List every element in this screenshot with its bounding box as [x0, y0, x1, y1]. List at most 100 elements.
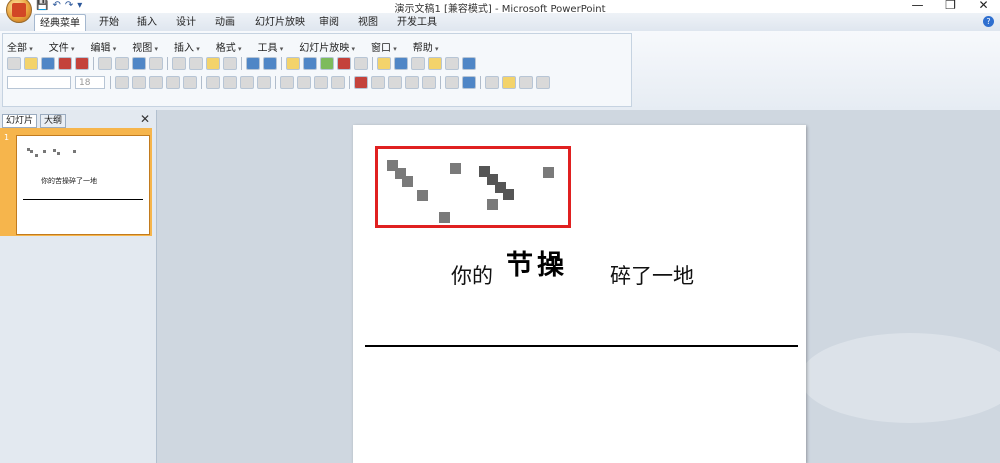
menu-slideshow[interactable]: 幻灯片放映 [299, 39, 355, 54]
new-slide-small-icon[interactable] [462, 75, 476, 89]
research-icon[interactable] [149, 56, 163, 70]
bold-icon[interactable] [115, 75, 129, 89]
standard-toolbar [7, 55, 479, 71]
slide-text-after: 碎了一地 [610, 264, 694, 288]
tab-classic-menu[interactable]: 经典菜单 [34, 14, 86, 32]
classic-menu-panel: 全部 文件 编辑 视图 插入 格式 工具 幻灯片放映 窗口 帮助 [2, 33, 632, 107]
slide-canvas[interactable]: 你的 节操 碎了一地 [353, 125, 806, 463]
thumb-square [30, 150, 33, 153]
font-color-icon[interactable] [354, 75, 368, 89]
format-painter-icon[interactable] [223, 56, 237, 70]
tab-design[interactable]: 设计 [171, 14, 201, 31]
numbering-icon[interactable] [314, 75, 328, 89]
thumb-square [57, 152, 60, 155]
pixel-square [450, 163, 461, 174]
tab-view[interactable]: 视图 [353, 14, 383, 31]
open-icon[interactable] [24, 56, 38, 70]
folder-icon[interactable] [428, 56, 442, 70]
pixel-square [417, 190, 428, 201]
thumb-rule [23, 199, 143, 200]
table-icon[interactable] [303, 56, 317, 70]
textbox-icon[interactable] [354, 56, 368, 70]
columns-icon[interactable] [280, 75, 294, 89]
menu-view[interactable]: 视图 [132, 39, 158, 54]
tab-developer[interactable]: 开发工具 [392, 14, 442, 31]
email-icon[interactable] [75, 56, 89, 70]
change-case-icon[interactable] [183, 75, 197, 89]
slide-text-brush: 节操 [506, 250, 568, 281]
cut-icon[interactable] [172, 56, 186, 70]
align-center-icon[interactable] [223, 75, 237, 89]
italic-icon[interactable] [132, 75, 146, 89]
undo-icon[interactable] [246, 56, 260, 70]
align-right-icon[interactable] [240, 75, 254, 89]
print-icon[interactable] [98, 56, 112, 70]
picture-icon[interactable] [337, 56, 351, 70]
slide-design-icon[interactable] [445, 75, 459, 89]
save-icon[interactable] [41, 56, 55, 70]
background-cloud [800, 333, 1000, 423]
menu-tools[interactable]: 工具 [258, 39, 284, 54]
shrink-font-icon[interactable] [388, 75, 402, 89]
paste-icon[interactable] [206, 56, 220, 70]
menu-all[interactable]: 全部 [7, 39, 33, 54]
slide-number: 1 [4, 133, 10, 142]
ribbon-tabs: 经典菜单 开始 插入 设计 动画 幻灯片放映 审阅 视图 开发工具 ? [0, 13, 1000, 32]
tab-animation[interactable]: 动画 [210, 14, 240, 31]
print-preview-icon[interactable] [115, 56, 129, 70]
justify-icon[interactable] [257, 75, 271, 89]
menu-insert[interactable]: 插入 [174, 39, 200, 54]
minimize-button[interactable]: — [901, 0, 934, 12]
pixel-square [543, 167, 554, 178]
office-logo-icon [12, 3, 26, 17]
font-size-combo[interactable]: 18 [75, 75, 105, 89]
tab-slideshow[interactable]: 幻灯片放映 [250, 14, 310, 31]
tab-home[interactable]: 开始 [94, 14, 124, 31]
new-icon[interactable] [7, 56, 21, 70]
zoom-icon[interactable] [445, 56, 459, 70]
effects-icon[interactable] [536, 75, 550, 89]
underline-icon[interactable] [149, 75, 163, 89]
chart-icon[interactable] [286, 56, 300, 70]
text-icon[interactable] [411, 56, 425, 70]
formatting-toolbar: 18 [7, 74, 553, 90]
pixel-square [439, 212, 450, 223]
help-icon[interactable]: ? [983, 16, 994, 27]
align-left-icon[interactable] [206, 75, 220, 89]
tab-slides[interactable]: 幻灯片 [2, 114, 38, 128]
menu-edit[interactable]: 编辑 [91, 39, 117, 54]
new-slide-icon[interactable] [377, 56, 391, 70]
copy-icon[interactable] [189, 56, 203, 70]
hyperlink-icon[interactable] [320, 56, 334, 70]
menu-file[interactable]: 文件 [49, 39, 75, 54]
slide-thumbnail[interactable]: 你的苦操碎了一地 [16, 135, 150, 235]
bullets-icon[interactable] [331, 75, 345, 89]
decrease-indent-icon[interactable] [405, 75, 419, 89]
slide-rule [365, 345, 798, 347]
shape-fill-icon[interactable] [485, 75, 499, 89]
highlight-box [375, 146, 571, 228]
tab-insert[interactable]: 插入 [132, 14, 162, 31]
shadow-icon[interactable] [166, 75, 180, 89]
close-button[interactable]: ✕ [967, 0, 1000, 12]
increase-indent-icon[interactable] [422, 75, 436, 89]
tab-outline[interactable]: 大纲 [40, 114, 67, 128]
menu-window[interactable]: 窗口 [371, 39, 397, 54]
grow-font-icon[interactable] [371, 75, 385, 89]
thumb-square [35, 154, 38, 157]
spelling-icon[interactable] [132, 56, 146, 70]
line-color-icon[interactable] [519, 75, 533, 89]
help-small-icon[interactable] [462, 56, 476, 70]
close-pane-icon[interactable]: ✕ [140, 112, 150, 126]
permission-icon[interactable] [58, 56, 72, 70]
menu-help[interactable]: 帮助 [413, 39, 439, 54]
restore-button[interactable]: ❐ [934, 0, 967, 12]
font-name-combo[interactable] [7, 75, 71, 89]
layout-icon[interactable] [394, 56, 408, 70]
fill-color-icon[interactable] [502, 75, 516, 89]
tab-review[interactable]: 审阅 [314, 14, 344, 31]
pixel-square [503, 189, 514, 200]
line-spacing-icon[interactable] [297, 75, 311, 89]
redo-icon[interactable] [263, 56, 277, 70]
menu-format[interactable]: 格式 [216, 39, 242, 54]
